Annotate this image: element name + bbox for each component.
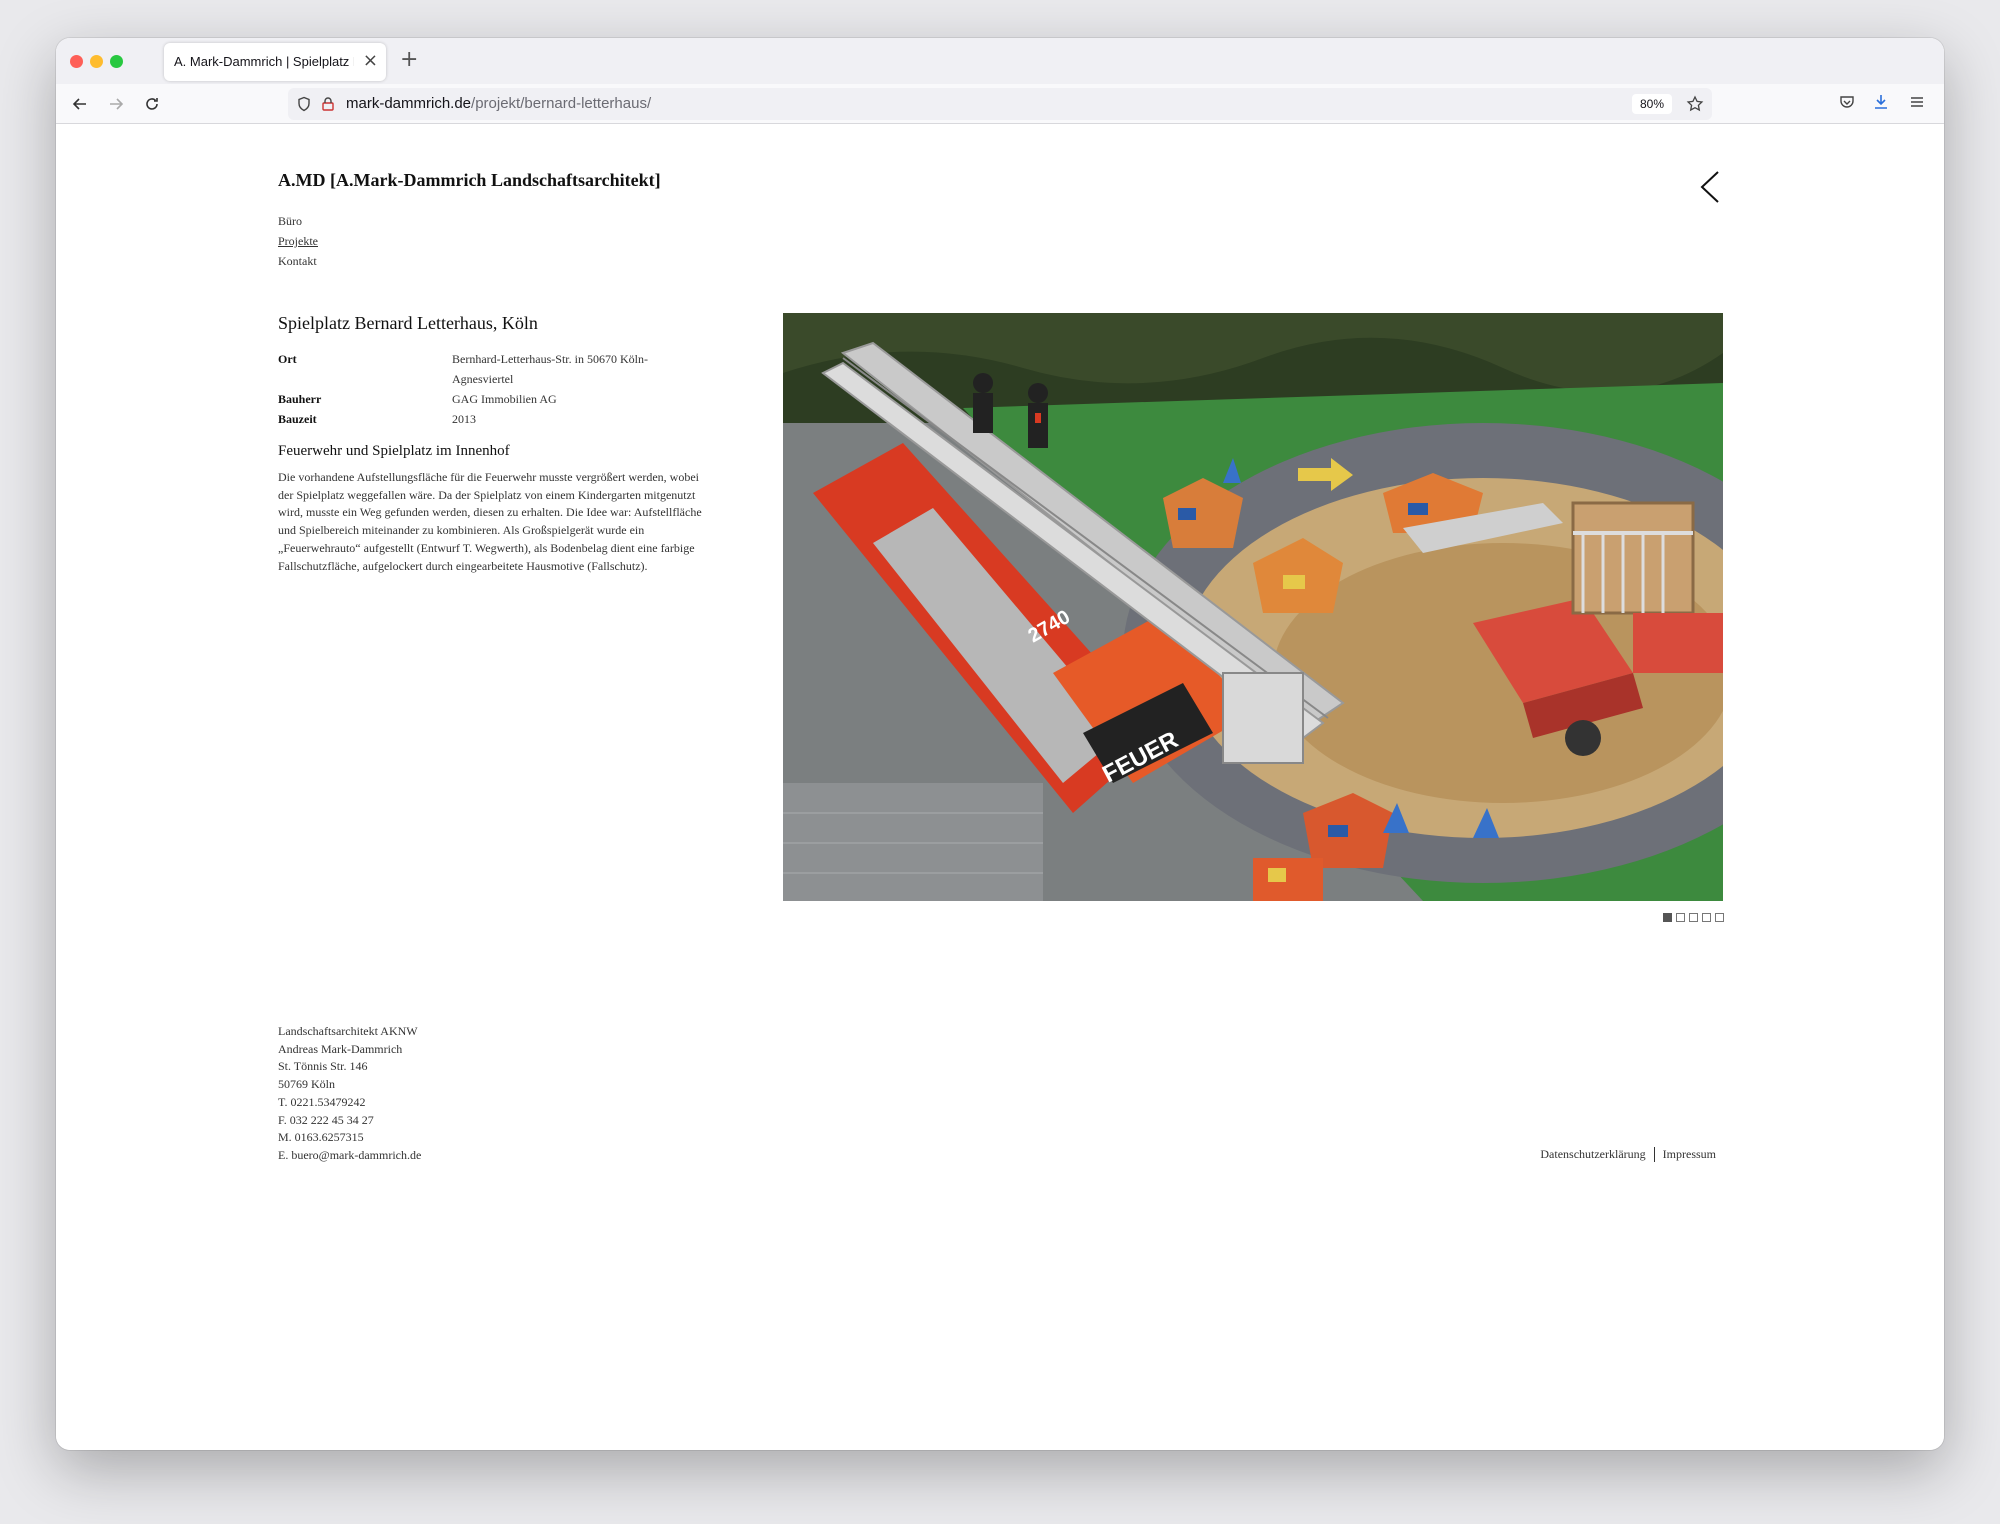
footer-links: Datenschutzerklärung Impressum — [1540, 1147, 1716, 1162]
slider-dot-5[interactable] — [1715, 913, 1724, 922]
back-arrow-icon[interactable] — [66, 90, 94, 118]
footer-mobile: M. 0163.6257315 — [278, 1130, 364, 1145]
url-path: /projekt/bernard-letterhaus/ — [471, 95, 652, 112]
zoom-level[interactable]: 80% — [1631, 94, 1672, 114]
reload-icon[interactable] — [138, 90, 166, 118]
slider-pagination — [1663, 913, 1724, 922]
minimize-window-button[interactable] — [90, 55, 103, 68]
fact-row: Bauherr GAG Immobilien AG — [278, 389, 678, 409]
nav-item-projekte[interactable]: Projekte — [278, 231, 318, 251]
nav-item-kontakt[interactable]: Kontakt — [278, 251, 318, 271]
slider-dot-1[interactable] — [1663, 913, 1672, 922]
url-bar[interactable]: mark-dammrich.de/projekt/bernard-letterh… — [288, 88, 1712, 120]
footer-address-line: 50769 Köln — [278, 1077, 335, 1092]
new-tab-button[interactable]: + — [400, 46, 418, 74]
close-icon[interactable]: × — [363, 50, 378, 72]
footer-email[interactable]: E. buero@mark-dammrich.de — [278, 1147, 421, 1165]
close-window-button[interactable] — [70, 55, 83, 68]
nav-item-buero[interactable]: Büro — [278, 211, 318, 231]
navigation-bar: mark-dammrich.de/projekt/bernard-letterh… — [56, 84, 1944, 124]
footer-phone: T. 0221.53479242 — [278, 1094, 366, 1109]
browser-window: A. Mark-Dammrich | Spielplatz Bernard Le… — [56, 38, 1944, 1450]
imprint-link[interactable]: Impressum — [1663, 1147, 1716, 1162]
star-icon[interactable] — [1686, 93, 1704, 119]
footer-address-line: St. Tönnis Str. 146 — [278, 1059, 368, 1074]
tab-title: A. Mark-Dammrich | Spielplatz Bernard Le… — [174, 54, 354, 69]
footer-address-line: Landschaftsarchitekt AKNW — [278, 1024, 418, 1038]
tab-strip: A. Mark-Dammrich | Spielplatz Bernard Le… — [56, 38, 1944, 84]
project-title: Spielplatz Bernard Letterhaus, Köln — [278, 313, 538, 333]
slider-dot-4[interactable] — [1702, 913, 1711, 922]
project-subtitle: Feuerwehr und Spielplatz im Innenhof — [278, 443, 510, 459]
url-text[interactable]: mark-dammrich.de/projekt/bernard-letterh… — [346, 95, 651, 112]
footer-address-line: Andreas Mark-Dammrich — [278, 1041, 403, 1056]
project-photo[interactable]: FEUER 2740 — [783, 313, 1723, 901]
main-navigation: Büro Projekte Kontakt — [278, 211, 318, 271]
project-photo-illustration: FEUER 2740 — [783, 313, 1723, 901]
footer-divider — [1653, 1147, 1655, 1162]
fact-label: Ort — [278, 352, 297, 366]
fact-value: 2013 — [452, 412, 476, 426]
footer-fax: F. 032 222 45 34 27 — [278, 1112, 374, 1127]
browser-tab[interactable]: A. Mark-Dammrich | Spielplatz Bernard Le… — [164, 43, 386, 81]
forward-arrow-icon[interactable] — [102, 90, 130, 118]
project-description: Die vorhandene Aufstellungsfläche für di… — [278, 470, 702, 573]
fact-label: Bauzeit — [278, 412, 317, 426]
project-facts: Ort Bernhard-Letterhaus-Str. in 50670 Kö… — [278, 349, 678, 429]
slider-dot-3[interactable] — [1689, 913, 1698, 922]
url-domain: mark-dammrich.de — [346, 95, 472, 112]
zoom-window-button[interactable] — [110, 55, 123, 68]
fact-label: Bauherr — [278, 392, 322, 406]
fact-row: Ort Bernhard-Letterhaus-Str. in 50670 Kö… — [278, 349, 678, 389]
lock-icon[interactable] — [318, 94, 338, 114]
privacy-link[interactable]: Datenschutzerklärung — [1540, 1147, 1645, 1162]
fact-value: GAG Immobilien AG — [452, 392, 557, 406]
fact-value: Bernhard-Letterhaus-Str. in 50670 Köln-A… — [452, 352, 648, 386]
pocket-icon[interactable] — [1838, 93, 1856, 117]
slider-dot-2[interactable] — [1676, 913, 1685, 922]
footer-address: Landschaftsarchitekt AKNW Andreas Mark-D… — [278, 1023, 421, 1165]
back-arrow-icon[interactable] — [1696, 169, 1726, 205]
menu-icon[interactable] — [1908, 93, 1926, 117]
download-icon[interactable] — [1872, 93, 1890, 117]
site-title[interactable]: A.MD [A.Mark-Dammrich Landschaftsarchite… — [278, 170, 661, 191]
web-page: A.MD [A.Mark-Dammrich Landschaftsarchite… — [56, 125, 1944, 1450]
shield-icon[interactable] — [294, 94, 314, 114]
fact-row: Bauzeit 2013 — [278, 409, 678, 429]
